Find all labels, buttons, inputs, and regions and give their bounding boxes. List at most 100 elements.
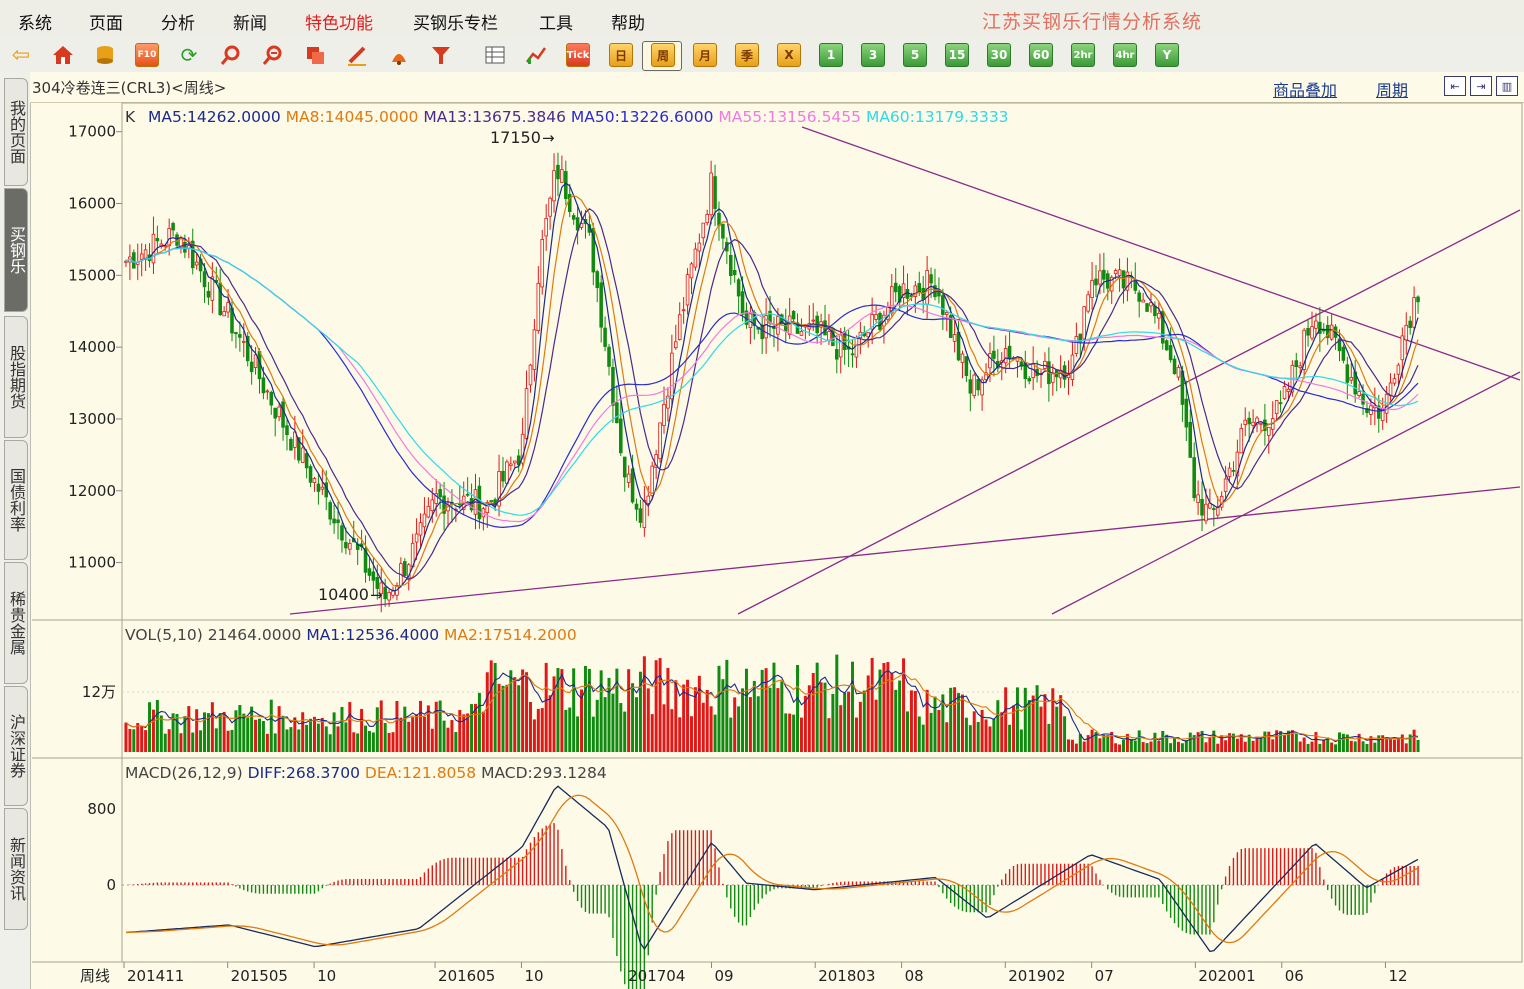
candle-body xyxy=(171,222,175,231)
candle-body xyxy=(1007,345,1012,360)
volume-bar xyxy=(964,717,968,752)
candle-body xyxy=(1003,348,1008,364)
candle-body xyxy=(1168,345,1173,361)
legend-item: DIFF:268.3700 xyxy=(243,764,360,782)
volume-bar xyxy=(670,709,674,752)
volume-bar xyxy=(305,724,309,752)
volume-bar xyxy=(701,702,705,752)
volume-bar xyxy=(422,716,426,752)
candle-body xyxy=(320,486,325,490)
volume-bar xyxy=(297,729,301,752)
low-arrow-icon: → xyxy=(370,586,383,604)
candle-body xyxy=(1388,382,1393,397)
volume-bar xyxy=(1263,731,1267,752)
volume-bar xyxy=(528,702,532,752)
volume-bar xyxy=(851,661,855,752)
candle-body xyxy=(941,295,945,315)
volume-bar xyxy=(1173,737,1177,752)
volume-bar xyxy=(717,665,721,752)
volume-bar xyxy=(1267,731,1271,752)
candle-body xyxy=(249,361,254,373)
candle-body xyxy=(638,508,643,523)
candle-body xyxy=(972,374,977,396)
candle-body xyxy=(1349,377,1354,381)
volume-bar xyxy=(1145,743,1149,752)
volume-bar xyxy=(611,693,615,752)
volume-bar xyxy=(733,697,737,752)
volume-bar xyxy=(411,717,415,752)
volume-bar xyxy=(1015,687,1019,752)
candle-body xyxy=(265,390,270,393)
volume-bar xyxy=(1279,731,1283,752)
volume-bar xyxy=(395,700,399,752)
volume-bar xyxy=(167,729,171,752)
candle-body xyxy=(827,331,831,341)
candle-body xyxy=(281,401,285,428)
candle-body xyxy=(721,223,725,239)
candle-body xyxy=(139,253,144,260)
volume-bar xyxy=(124,722,128,752)
volume-bar xyxy=(1259,736,1263,752)
trendlines[interactable] xyxy=(289,126,1521,615)
trendline-support[interactable] xyxy=(1051,371,1521,615)
price-y-axis: 17000 16000 15000 14000 13000 12000 11000 xyxy=(68,123,122,572)
candle-body xyxy=(674,341,678,349)
volume-bar xyxy=(689,716,693,752)
volume-bar xyxy=(242,713,246,752)
volume-bar xyxy=(383,722,387,752)
volume-bar xyxy=(646,688,650,752)
candle-body xyxy=(1090,279,1094,298)
candle-body xyxy=(273,407,277,419)
volume-bar xyxy=(976,722,980,752)
volume-bar xyxy=(1106,735,1110,752)
volume-bar xyxy=(430,728,434,752)
volume-bar xyxy=(1298,741,1302,752)
volume-bar xyxy=(470,704,474,752)
volume-bar xyxy=(238,705,242,752)
legend-item: MA55:13156.5455 xyxy=(713,108,861,126)
candle-body xyxy=(132,252,136,269)
candle-body xyxy=(344,542,348,549)
volume-bar xyxy=(776,688,780,752)
volume-bar xyxy=(933,696,937,752)
volume-bar xyxy=(214,728,218,752)
volume-bar xyxy=(568,707,572,752)
candle-body xyxy=(689,263,694,279)
volume-bar xyxy=(1176,741,1180,752)
candle-body xyxy=(1082,306,1086,340)
volume-bar xyxy=(619,703,623,752)
volume-bar xyxy=(1149,741,1153,752)
candle-body xyxy=(289,438,293,451)
candle-body xyxy=(622,456,627,478)
volume-bar xyxy=(635,697,639,752)
time-axis: 201411 201505 10 201605 10 201704 09 201803 08 20… xyxy=(123,962,1408,985)
volume-bar xyxy=(179,733,183,752)
volume-bar xyxy=(1180,743,1184,752)
volume-bar xyxy=(1118,744,1122,752)
macd-tick-label: 0 xyxy=(106,876,116,894)
trendline-up-channel[interactable] xyxy=(737,209,1521,615)
volume-bar xyxy=(799,717,803,752)
chart-canvas[interactable]: K MA5:14262.0000 MA8:14045.0000 MA13:136… xyxy=(0,0,1524,989)
candle-body xyxy=(536,282,541,332)
volume-bar xyxy=(1051,688,1055,752)
high-arrow-icon: → xyxy=(542,129,555,147)
volume-bar xyxy=(285,729,289,752)
volume-bar xyxy=(1389,739,1393,752)
volume-bar xyxy=(564,709,568,752)
high-annotation: 17150 xyxy=(490,128,541,147)
candle-body xyxy=(430,499,435,512)
volume-bar xyxy=(446,727,450,752)
volume-bar xyxy=(371,732,375,752)
volume-bar xyxy=(1224,740,1228,752)
candle-body xyxy=(414,533,419,543)
candle-body xyxy=(422,513,427,528)
candle-body xyxy=(383,587,387,600)
candle-body xyxy=(183,241,187,253)
volume-bar xyxy=(1337,732,1341,752)
volume-bar xyxy=(540,708,544,752)
time-tick-label: 08 xyxy=(905,967,924,985)
low-annotation: 10400 xyxy=(318,585,369,604)
candle-body xyxy=(489,500,493,502)
volume-bar xyxy=(984,719,988,752)
